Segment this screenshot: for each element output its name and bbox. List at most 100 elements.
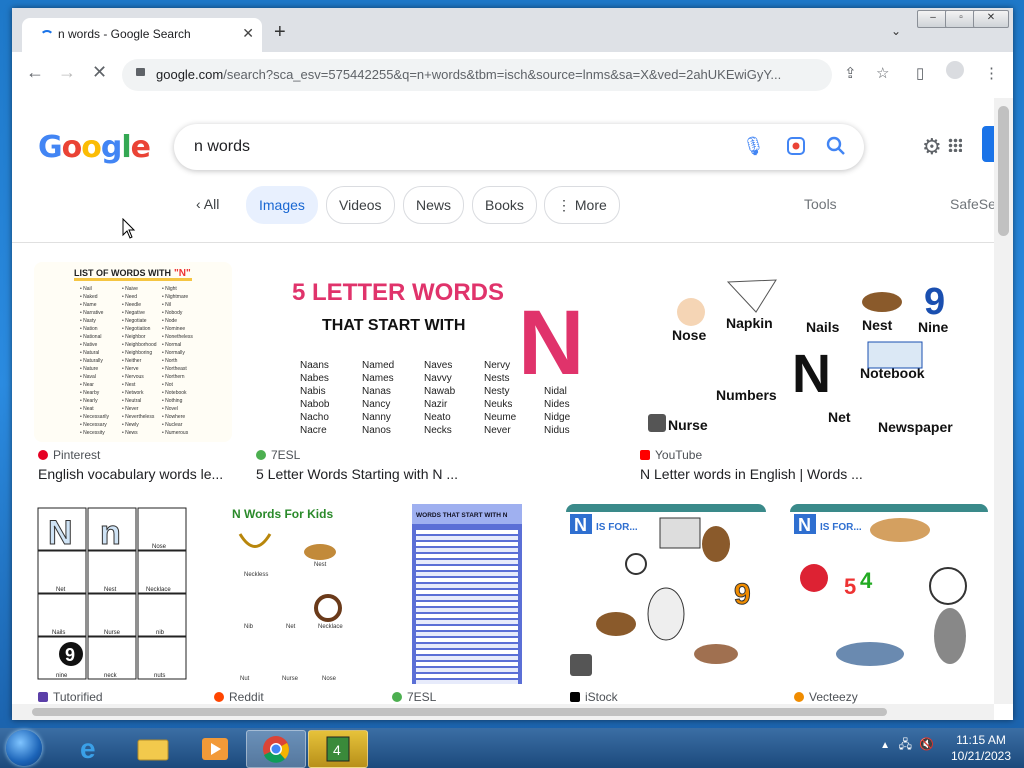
thumb-shape bbox=[416, 608, 518, 612]
result-source-7[interactable]: iStock bbox=[570, 690, 618, 704]
browser-toolbar: ← → ✕ google.com/search?sca_esv=57544225… bbox=[12, 52, 1013, 99]
search-box[interactable]: n words 🎙 bbox=[174, 124, 864, 170]
list-word: • Nervous bbox=[122, 374, 144, 380]
logo-letter: e bbox=[130, 130, 151, 165]
url-text[interactable]: google.com/search?sca_esv=575442255&q=n+… bbox=[156, 67, 816, 82]
address-bar[interactable]: google.com/search?sca_esv=575442255&q=n+… bbox=[122, 59, 832, 91]
result-source-5[interactable]: Reddit bbox=[214, 690, 264, 704]
chip-all[interactable]: ‹ All bbox=[184, 186, 232, 222]
list-word: • Northern bbox=[162, 374, 185, 380]
thumb-shape bbox=[416, 572, 518, 576]
list-word: • Negotiate bbox=[122, 318, 147, 324]
yt-word: Newspaper bbox=[878, 419, 953, 435]
result-source-6[interactable]: 7ESL bbox=[392, 690, 436, 704]
chip-all-label: All bbox=[203, 196, 220, 212]
search-icon[interactable] bbox=[826, 136, 846, 161]
taskbar-chrome-icon[interactable] bbox=[246, 730, 306, 768]
result-image-7[interactable]: N IS FOR... 9 bbox=[566, 504, 766, 684]
thumb-shape bbox=[416, 620, 518, 624]
kids-title: N Words For Kids bbox=[232, 507, 333, 521]
result-image-4[interactable]: Nn Net Nest Necklace Nails Nurse nib nine neck nu… bbox=[34, 504, 192, 684]
clock-time: 11:15 AM bbox=[956, 733, 1006, 747]
close-window-button[interactable]: ✕ bbox=[973, 10, 1009, 28]
result-image-6[interactable]: WORDS THAT START WITH N bbox=[388, 504, 546, 684]
scroll-thumb[interactable] bbox=[998, 106, 1009, 236]
list-word: • Nerve bbox=[122, 366, 139, 372]
chip-books[interactable]: Books bbox=[472, 186, 537, 224]
forward-arrow-icon[interactable]: → bbox=[58, 62, 76, 83]
result-image-2[interactable]: 5 LETTER WORDS THAT START WITH N Naans Nabes… bbox=[252, 262, 618, 442]
thumb-shape bbox=[210, 504, 368, 684]
taskbar-explorer-icon[interactable] bbox=[124, 730, 182, 766]
tray-arrow-icon[interactable]: ▲ bbox=[880, 738, 890, 754]
horizontal-scrollbar[interactable] bbox=[12, 704, 994, 720]
tut-label: Nose bbox=[152, 544, 167, 550]
sign-in-button[interactable] bbox=[982, 126, 994, 162]
thumb-shape bbox=[836, 642, 904, 666]
microphone-icon[interactable]: 🎙 bbox=[742, 136, 765, 157]
google-logo[interactable]: Google bbox=[38, 130, 151, 165]
bookmark-star-icon[interactable]: ☆ bbox=[876, 64, 889, 82]
back-arrow-icon[interactable]: ← bbox=[26, 62, 44, 83]
tools-button[interactable]: Tools bbox=[804, 196, 837, 212]
network-icon[interactable]: 🖧 bbox=[899, 736, 912, 752]
taskbar: e 4 ▲ 🖧 🔇 11:15 AM 10/21/2023 bbox=[0, 728, 1024, 768]
isfor-text: IS FOR... bbox=[820, 522, 862, 533]
result-image-5[interactable]: N Words For Kids Neckless Nest Nib Net Neckla… bbox=[210, 504, 368, 684]
list-word: • Negotiation bbox=[122, 326, 151, 332]
result-caption-3[interactable]: N Letter words in English | Words ... bbox=[640, 466, 990, 482]
thumb-n-letter-words: NoseNapkin Nails Nest NineNumbersNotebookNu… bbox=[636, 262, 990, 442]
start-button[interactable] bbox=[6, 730, 42, 766]
word: Naves bbox=[424, 360, 452, 371]
result-source-4[interactable]: Tutorified bbox=[38, 690, 103, 704]
apps-grid-icon[interactable] bbox=[948, 138, 962, 152]
taskbar-app-icon[interactable]: 4 bbox=[308, 730, 368, 768]
logo-letter: o bbox=[61, 130, 83, 165]
tab-search-chevron-icon[interactable]: ⌄ bbox=[891, 24, 901, 38]
settings-gear-icon[interactable]: ⚙ bbox=[922, 134, 942, 160]
result-caption-2[interactable]: 5 Letter Words Starting with N ... bbox=[256, 466, 616, 482]
result-image-8[interactable]: N IS FOR... 5 4 bbox=[790, 504, 988, 684]
browser-tab[interactable]: n words - Google Search ✕ bbox=[22, 18, 262, 52]
menu-kebab-icon[interactable]: ⋮ bbox=[984, 64, 999, 82]
filter-chips: ‹ All Images Videos News Books ⋮ More To… bbox=[12, 186, 994, 226]
chip-more[interactable]: ⋮ More bbox=[544, 186, 620, 224]
tut-label: nib bbox=[156, 630, 165, 636]
result-image-1[interactable]: LIST OF WORDS WITH "N" • Nail • Naked • Name… bbox=[34, 262, 232, 442]
volume-muted-icon[interactable]: 🔇 bbox=[919, 736, 934, 752]
result-source-8[interactable]: Vecteezy bbox=[794, 690, 858, 704]
word: Nanas bbox=[362, 386, 391, 397]
new-tab-button[interactable]: + bbox=[274, 22, 286, 42]
tab-close-icon[interactable]: ✕ bbox=[242, 25, 254, 42]
result-source-3[interactable]: YouTube bbox=[640, 448, 702, 462]
side-panel-icon[interactable]: ▯ bbox=[916, 64, 924, 82]
chip-news[interactable]: News bbox=[403, 186, 465, 224]
taskbar-media-icon[interactable] bbox=[186, 730, 244, 766]
result-caption-1[interactable]: English vocabulary words le... bbox=[38, 466, 234, 482]
share-icon[interactable]: ⇪ bbox=[844, 64, 857, 82]
vertical-scrollbar[interactable] bbox=[994, 98, 1013, 704]
thumb-shape bbox=[648, 414, 666, 432]
chip-videos[interactable]: Videos bbox=[326, 186, 395, 224]
scroll-thumb[interactable] bbox=[32, 708, 887, 716]
search-input[interactable]: n words bbox=[194, 138, 250, 156]
lens-camera-icon[interactable] bbox=[786, 136, 806, 161]
thumb-shape bbox=[566, 504, 766, 512]
thumb-shape bbox=[416, 680, 518, 684]
thumb-shape bbox=[929, 567, 967, 605]
result-source-1[interactable]: Pinterest bbox=[38, 448, 100, 462]
list-word: • Node bbox=[162, 318, 177, 324]
thumb-shape bbox=[659, 517, 701, 549]
profile-avatar-icon[interactable] bbox=[946, 61, 964, 79]
more-dots-icon: ⋮ bbox=[557, 197, 575, 213]
result-source-2[interactable]: 7ESL bbox=[256, 448, 300, 462]
taskbar-ie-icon[interactable]: e bbox=[62, 730, 120, 766]
kids-label: Nib bbox=[244, 624, 254, 630]
safesearch-button[interactable]: SafeSe bbox=[950, 196, 994, 212]
kids-label: Nurse bbox=[282, 676, 299, 682]
clock[interactable]: 11:15 AM 10/21/2023 bbox=[946, 732, 1016, 764]
chip-images[interactable]: Images bbox=[246, 186, 318, 224]
result-image-3[interactable]: Nose Napkin Nails Nest Nine Numbers Notebook Nu… bbox=[636, 262, 990, 442]
word: Nacre bbox=[300, 425, 327, 436]
stop-loading-icon[interactable]: ✕ bbox=[92, 62, 107, 83]
